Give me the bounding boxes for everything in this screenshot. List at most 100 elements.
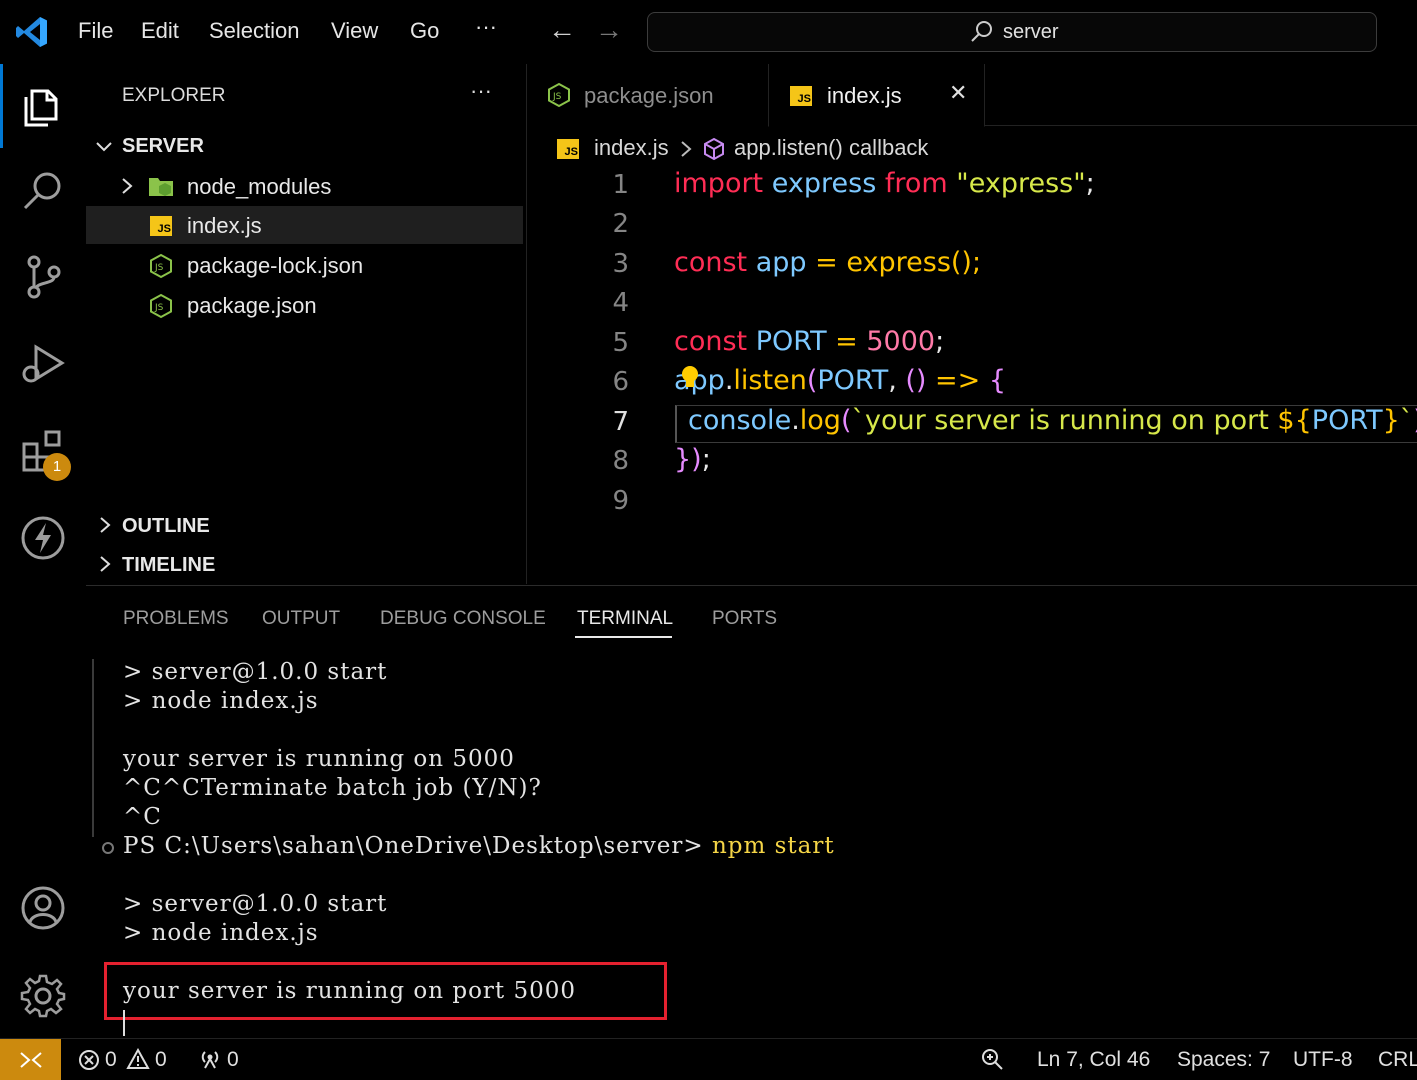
command-center-search[interactable]: server [647, 12, 1377, 52]
timeline-section-header[interactable]: TIMELINE [122, 554, 215, 577]
chevron-right-icon[interactable] [96, 515, 114, 535]
run-debug-icon[interactable] [18, 339, 68, 389]
chevron-down-icon[interactable] [94, 137, 114, 157]
js-icon: JS [557, 139, 579, 159]
breadcrumb: JS index.js app.listen() callback [557, 134, 1417, 168]
line-number: 6 [612, 367, 629, 397]
line-number-current: 7 [612, 407, 629, 437]
prompt-path: PS C:\Users\sahan\OneDrive\Desktop\serve… [123, 833, 712, 859]
terminal-prompt: PS C:\Users\sahan\OneDrive\Desktop\serve… [123, 833, 835, 859]
encoding[interactable]: UTF-8 [1293, 1048, 1353, 1072]
tab-output[interactable]: OUTPUT [262, 608, 340, 630]
tab-label: index.js [827, 83, 902, 108]
thunder-client-icon[interactable] [18, 513, 68, 563]
line-number: 4 [612, 288, 629, 318]
remote-indicator[interactable] [0, 1039, 61, 1080]
warning-icon[interactable] [126, 1048, 150, 1070]
tab-ports[interactable]: PORTS [712, 608, 777, 630]
settings-gear-icon[interactable] [18, 971, 68, 1021]
command-decoration-icon [102, 842, 114, 854]
code-line-1[interactable]: import express from "express"; [674, 168, 1095, 199]
nodejs-icon: JS [150, 253, 172, 279]
terminal-line: > server@1.0.0 start [123, 891, 388, 917]
close-icon[interactable]: ✕ [949, 80, 967, 106]
code-line-5[interactable]: const PORT = 5000; [674, 326, 944, 357]
forward-arrow-icon[interactable]: → [595, 14, 623, 46]
tab-index-js[interactable]: JS index.js ✕ [768, 64, 985, 127]
svg-text:JS: JS [154, 303, 164, 313]
active-indicator [0, 64, 3, 148]
breadcrumb-symbol[interactable]: app.listen() callback [734, 135, 928, 161]
tree-item-index-js[interactable]: JS index.js [86, 206, 523, 244]
code-line-3[interactable]: const app = express(); [674, 247, 981, 278]
menu-edit[interactable]: Edit [141, 18, 179, 44]
tab-terminal[interactable]: TERMINAL [577, 608, 673, 630]
method-cube-icon [704, 137, 724, 161]
terminal-line: > node index.js [123, 920, 319, 946]
error-icon[interactable] [78, 1049, 100, 1071]
nodejs-icon: JS [548, 82, 570, 108]
terminal-line: your server is running on 5000 [123, 746, 515, 772]
code-line-8[interactable]: }); [674, 444, 711, 475]
folder-server-header[interactable]: SERVER [122, 135, 204, 158]
line-number: 1 [612, 170, 629, 200]
tree-item-node-modules[interactable]: node_modules [86, 167, 523, 205]
tab-package-json[interactable]: JS package.json [527, 64, 767, 126]
tree-item-package-lock-json[interactable]: JS package-lock.json [86, 246, 523, 284]
warning-count[interactable]: 0 [155, 1048, 167, 1072]
tree-item-label: package.json [187, 293, 317, 318]
title-bar: File Edit Selection View Go ··· ← → serv… [0, 0, 1417, 64]
tab-debug-console[interactable]: DEBUG CONSOLE [380, 608, 546, 630]
terminal-line: ^C [123, 804, 162, 830]
terminal-cursor[interactable] [123, 1010, 125, 1036]
ports-count[interactable]: 0 [227, 1048, 239, 1072]
account-icon[interactable] [18, 883, 68, 933]
svg-text:JS: JS [552, 92, 562, 102]
cursor-position[interactable]: Ln 7, Col 46 [1037, 1048, 1150, 1072]
js-icon: JS [150, 216, 172, 236]
remote-icon [20, 1052, 42, 1068]
back-arrow-icon[interactable]: ← [548, 14, 576, 46]
svg-text:JS: JS [154, 263, 164, 273]
tree-item-label: package-lock.json [187, 253, 364, 278]
ports-antenna-icon[interactable] [198, 1048, 222, 1070]
status-bar: 0 0 0 Ln 7, Col 46 Spaces: 7 UTF-8 CRL [0, 1038, 1417, 1080]
menu-file[interactable]: File [78, 18, 113, 44]
chevron-right-icon [122, 178, 133, 194]
source-control-icon[interactable] [18, 252, 68, 302]
menu-view[interactable]: View [331, 18, 378, 44]
code-line-6[interactable]: app.listen(PORT, () => { [674, 365, 1006, 396]
tree-item-label: node_modules [187, 174, 332, 199]
chevron-right-icon[interactable] [96, 554, 114, 574]
tree-item-package-json[interactable]: JS package.json [86, 286, 523, 324]
vscode-logo-icon [16, 17, 47, 47]
explorer-title: EXPLORER [122, 85, 226, 106]
menu-more-button[interactable]: ··· [475, 14, 497, 40]
end-of-line[interactable]: CRL [1378, 1048, 1417, 1072]
extensions-badge: 1 [43, 453, 71, 481]
search-icon[interactable] [18, 166, 68, 216]
error-count[interactable]: 0 [105, 1048, 117, 1072]
menu-selection[interactable]: Selection [209, 18, 300, 44]
terminal-line: > node index.js [123, 688, 319, 714]
tab-label: package.json [584, 83, 714, 108]
breadcrumb-file[interactable]: index.js [594, 135, 669, 161]
lightbulb-icon[interactable] [679, 364, 701, 394]
code-line-7[interactable]: console.log(`your server is running on p… [688, 405, 1417, 436]
chevron-right-icon [681, 141, 692, 157]
line-number: 3 [612, 249, 629, 279]
search-text: server [1003, 21, 1059, 43]
activity-bar: 1 [0, 64, 86, 1038]
explorer-more-button[interactable]: ··· [470, 78, 492, 104]
js-icon: JS [790, 86, 812, 106]
indentation[interactable]: Spaces: 7 [1177, 1048, 1270, 1072]
zoom-icon[interactable] [980, 1047, 1004, 1071]
explorer-files-icon[interactable] [18, 81, 68, 131]
explorer-sidebar: EXPLORER ··· SERVER node_modules JS inde… [86, 64, 525, 584]
outline-section-header[interactable]: OUTLINE [122, 515, 210, 538]
line-number: 2 [612, 209, 629, 239]
tab-problems[interactable]: PROBLEMS [123, 608, 229, 630]
menu-go[interactable]: Go [410, 18, 439, 44]
red-highlight-box [104, 962, 667, 1020]
tabs-divider [984, 125, 1417, 126]
